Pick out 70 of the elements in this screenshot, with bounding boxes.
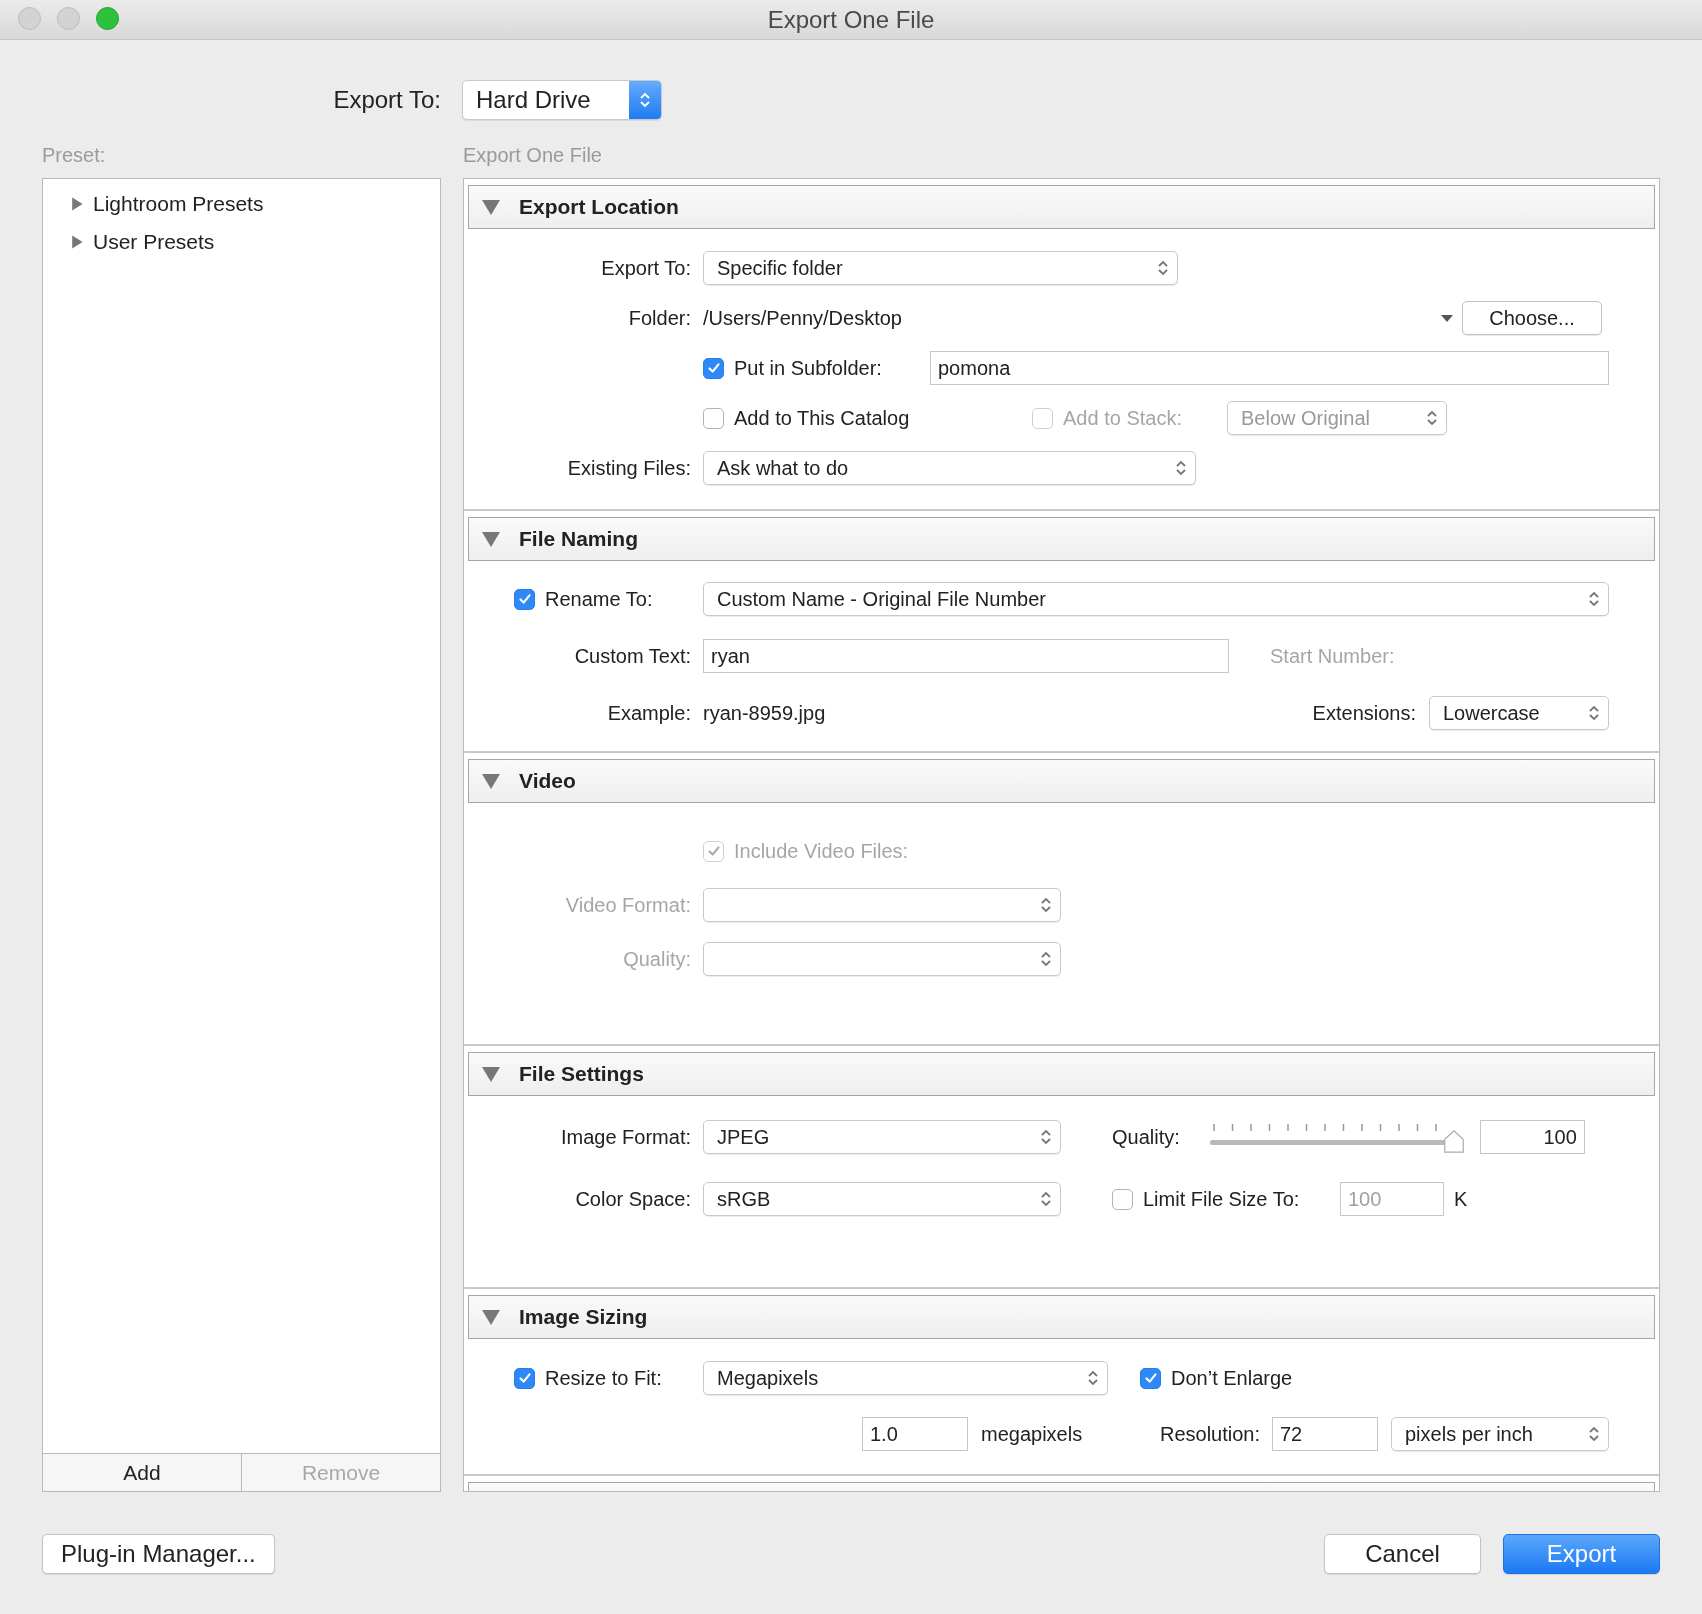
folder-path: /Users/Penny/Desktop bbox=[703, 306, 903, 330]
panel-caption: Export One File bbox=[463, 144, 603, 168]
section-header[interactable]: File Naming bbox=[468, 517, 1655, 561]
checkbox-label: Resize to Fit: bbox=[545, 1366, 662, 1390]
checkbox-label: Include Video Files: bbox=[734, 839, 909, 863]
dropdown[interactable]: Hard Drive bbox=[462, 80, 662, 120]
dropdown-arrow-icon[interactable] bbox=[1440, 313, 1454, 323]
field-label: Resolution: bbox=[1159, 1422, 1260, 1446]
disclosure-triangle-icon[interactable] bbox=[69, 195, 85, 213]
checkbox[interactable] bbox=[703, 357, 724, 379]
dropdown[interactable]: sRGB bbox=[703, 1182, 1061, 1216]
dropdown[interactable]: Specific folder bbox=[703, 251, 1178, 285]
field-label: Image Format: bbox=[559, 1125, 691, 1149]
unit-label: K bbox=[1454, 1187, 1468, 1211]
input-field[interactable]: 72 bbox=[1272, 1417, 1378, 1451]
slider-thumb[interactable] bbox=[1441, 1130, 1466, 1154]
disclosure-triangle-icon[interactable] bbox=[481, 529, 501, 549]
disclosure-triangle-icon[interactable] bbox=[481, 1307, 501, 1327]
add-button[interactable]: Add bbox=[43, 1454, 241, 1491]
zoom-button[interactable] bbox=[96, 7, 119, 30]
checkbox[interactable] bbox=[514, 1367, 535, 1389]
checkbox-label: Put in Subfolder: bbox=[734, 356, 882, 380]
unit-label: megapixels bbox=[981, 1422, 1083, 1446]
input-field[interactable]: pomona bbox=[930, 351, 1609, 385]
section-header[interactable]: Image Sizing bbox=[468, 1295, 1655, 1339]
dropdown[interactable]: Custom Name - Original File Number bbox=[703, 582, 1609, 616]
field-label: Folder: bbox=[627, 306, 691, 330]
field-label: Export To: bbox=[332, 86, 441, 114]
field-label: Example: bbox=[606, 701, 691, 725]
checkbox-label: Don’t Enlarge bbox=[1171, 1366, 1293, 1390]
disclosure-triangle-icon[interactable] bbox=[69, 233, 85, 251]
disclosure-triangle-icon[interactable] bbox=[481, 1064, 501, 1084]
section-header[interactable]: File Settings bbox=[468, 1052, 1655, 1096]
field-label: Quality: bbox=[622, 947, 691, 971]
field-label: Export To: bbox=[600, 256, 691, 280]
checkbox[interactable] bbox=[514, 588, 535, 610]
window-title: Export One File bbox=[767, 5, 935, 34]
section-header[interactable]: Export Location bbox=[468, 185, 1655, 229]
input-field[interactable]: 1.0 bbox=[862, 1417, 968, 1451]
choose-button[interactable]: Choose... bbox=[1462, 301, 1602, 335]
input-field[interactable]: ryan bbox=[703, 639, 1229, 673]
cancel-button[interactable]: Cancel bbox=[1324, 1534, 1481, 1574]
field-label: Extensions: bbox=[1312, 701, 1416, 725]
example-filename: ryan-8959.jpg bbox=[703, 701, 827, 725]
field-label: Start Number: bbox=[1270, 644, 1395, 668]
checkbox[interactable] bbox=[1140, 1367, 1161, 1389]
panel-caption: Preset: bbox=[42, 144, 107, 168]
checkbox-label: Add to This Catalog bbox=[734, 406, 910, 430]
plugin-manager-button[interactable]: Plug-in Manager... bbox=[42, 1534, 275, 1574]
dropdown[interactable]: Lowercase bbox=[1429, 696, 1609, 730]
checkbox[interactable] bbox=[1112, 1188, 1133, 1210]
field-label: Existing Files: bbox=[566, 456, 691, 480]
section-header[interactable]: Video bbox=[468, 759, 1655, 803]
checkbox-label: Add to Stack: bbox=[1063, 406, 1182, 430]
dropdown[interactable]: pixels per inch bbox=[1391, 1417, 1609, 1451]
dropdown[interactable]: Ask what to do bbox=[703, 451, 1196, 485]
input-field[interactable]: 100 bbox=[1479, 1120, 1585, 1154]
dropdown[interactable]: JPEG bbox=[703, 1120, 1061, 1154]
disclosure-triangle-icon[interactable] bbox=[481, 771, 501, 791]
disclosure-triangle-icon[interactable] bbox=[481, 197, 501, 217]
dropdown[interactable]: Megapixels bbox=[703, 1361, 1108, 1395]
preset-folder[interactable]: User Presets bbox=[93, 230, 215, 254]
checkbox[interactable] bbox=[703, 407, 724, 429]
checkbox-label: Rename To: bbox=[545, 587, 653, 611]
field-label: Custom Text: bbox=[573, 644, 691, 668]
checkbox-label: Limit File Size To: bbox=[1143, 1187, 1300, 1211]
field-label: Quality: bbox=[1112, 1125, 1180, 1149]
field-label: Color Space: bbox=[574, 1187, 691, 1211]
preset-folder[interactable]: Lightroom Presets bbox=[93, 192, 264, 216]
field-label: Video Format: bbox=[564, 893, 691, 917]
